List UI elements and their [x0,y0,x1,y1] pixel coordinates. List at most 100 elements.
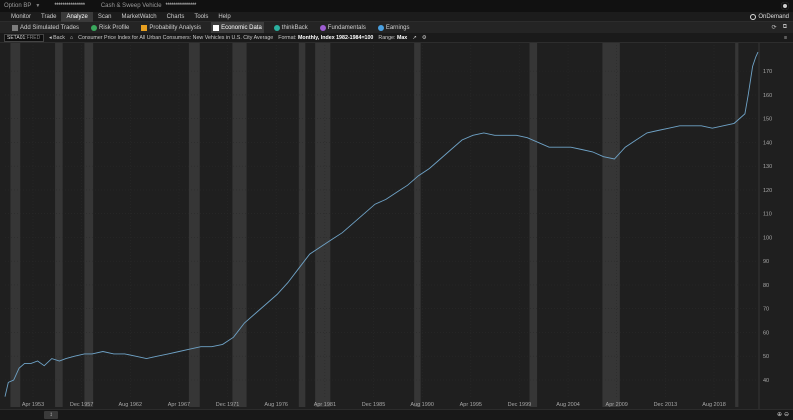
x-tick-label: Dec 2013 [654,402,678,408]
tab-trade[interactable]: Trade [36,12,61,22]
y-tick-label: 120 [763,188,772,194]
x-tick-label: Aug 1976 [264,402,288,408]
subnav-label: Economic Data [221,24,262,31]
y-tick-label: 140 [763,140,772,146]
y-tick-label: 80 [763,283,769,289]
chart-footer: ↕ ⊕ ⊖ [0,409,793,420]
economic-data-toolbar: SETA01:FRED ◂ Back ⌂ Consumer Price Inde… [0,33,793,43]
tab-monitor[interactable]: Monitor [6,12,36,22]
x-tick-label: Dec 1999 [508,402,532,408]
format-value: Monthly, Index 1982-1984=100 [297,34,374,41]
back-label: Back [53,34,65,41]
subnav-fundamentals[interactable]: Fundamentals [318,22,368,33]
format-label: Format: [278,34,297,41]
back-button[interactable]: ◂ Back [49,35,65,41]
format-control[interactable]: Format: Monthly, Index 1982-1984=100 [278,35,373,41]
symbol-text: SETA01 [7,34,26,41]
ondemand-icon [750,13,757,20]
recession-band [298,43,306,407]
recession-band [315,43,331,407]
economic-data-chart[interactable]: Apr 1953 Dec 1957 Aug 1962 Apr 1967 Dec 1971… [0,43,793,409]
symbol-suffix: :FRED [25,34,41,41]
range-label: Range: [378,34,396,41]
recession-band [529,43,538,407]
subnav-label: Add Simulated Trades [20,24,80,31]
x-tick-label: Dec 1957 [70,402,94,408]
tab-marketwatch[interactable]: MarketWatch [117,12,162,22]
x-tick-label: Aug 1962 [119,402,143,408]
subnav-economic-data[interactable]: Economic Data [211,22,264,33]
y-tick-label: 50 [763,354,769,360]
ondemand-button[interactable]: OnDemand [750,13,793,20]
tab-charts[interactable]: Charts [162,12,190,22]
plus-icon [12,24,18,31]
x-tick-label: Dec 1971 [216,402,240,408]
recession-band [414,43,421,407]
subnav-label: thinkBack [281,24,308,31]
y-tick-label: 150 [763,117,772,123]
x-tick-label: Apr 2009 [606,402,628,408]
zoom-out-icon[interactable]: ⊖ [784,411,789,418]
earnings-icon [377,24,384,31]
x-tick-label: Aug 2004 [556,402,580,408]
range-control[interactable]: Range: Max [378,35,407,41]
analyze-subnav: Add Simulated Trades Risk Profile Probab… [0,22,793,33]
chart-settings-icon[interactable]: ⚙ [422,35,427,41]
chevron-down-icon[interactable]: ▼ [35,3,40,9]
x-tick-label: Aug 1990 [410,402,434,408]
tab-tools[interactable]: Tools [189,12,213,22]
share-icon[interactable]: ↗ [412,35,416,41]
detach-icon[interactable]: ⧉ [783,24,787,31]
subnav-add-simulated-trades[interactable]: Add Simulated Trades [10,22,81,33]
x-tick-label: Apr 1953 [22,402,44,408]
series-title: Consumer Price Index for All Urban Consu… [78,34,274,41]
x-tick-label: Apr 1995 [460,402,482,408]
ondemand-label: OnDemand [758,13,789,20]
x-tick-label: Apr 1967 [168,402,190,408]
cash-sweep-label: Cash & Sweep Vehicle [100,3,162,9]
subnav-risk-profile[interactable]: Risk Profile [89,22,131,33]
range-value: Max [396,34,408,41]
zoom-in-icon[interactable]: ⊕ [777,411,782,418]
y-tick-label: 40 [763,378,769,384]
option-bp-label: Option BP [4,3,32,9]
risk-profile-icon [91,24,98,31]
y-tick-label: 130 [763,164,772,170]
bank-icon [213,24,220,31]
recession-band [232,43,247,407]
x-tick-label: Dec 1985 [362,402,386,408]
subnav-label: Probability Analysis [149,24,202,31]
recession-band [735,43,739,407]
x-tick-label: Aug 2018 [702,402,726,408]
thinkback-icon [273,24,280,31]
y-tick-label: 70 [763,307,769,313]
cash-sweep-value: *************** [165,3,197,9]
symbol-input[interactable]: SETA01:FRED [4,33,44,42]
subnav-label: Risk Profile [99,24,130,31]
y-tick-label: 160 [763,93,772,99]
y-tick-label: 100 [763,235,772,241]
probability-icon [141,24,148,31]
recession-band [84,43,94,407]
account-bar: Option BP ▼ *************** Cash & Sweep… [0,0,793,12]
gear-icon[interactable] [781,2,789,10]
subnav-thinkback[interactable]: thinkBack [272,22,310,33]
y-tick-label: 60 [763,330,769,336]
y-tick-label: 170 [763,69,772,75]
y-tick-label: 90 [763,259,769,265]
chart-scroll-handle[interactable]: ↕ [44,411,58,419]
tab-help[interactable]: Help [213,12,235,22]
subnav-probability-analysis[interactable]: Probability Analysis [139,22,203,33]
subnav-label: Fundamentals [327,24,366,31]
refresh-icon[interactable]: ⟳ [772,24,777,31]
menu-icon[interactable]: ≡ [784,35,793,41]
fundamentals-icon [319,24,326,31]
home-icon[interactable]: ⌂ [70,35,73,41]
subnav-earnings[interactable]: Earnings [376,22,412,33]
tab-analyze[interactable]: Analyze [61,11,93,22]
recession-band [10,43,21,407]
recession-band [55,43,63,407]
main-nav: Monitor Trade Analyze Scan MarketWatch C… [0,11,793,22]
tab-scan[interactable]: Scan [93,12,117,22]
x-tick-label: Apr 1981 [314,402,336,408]
